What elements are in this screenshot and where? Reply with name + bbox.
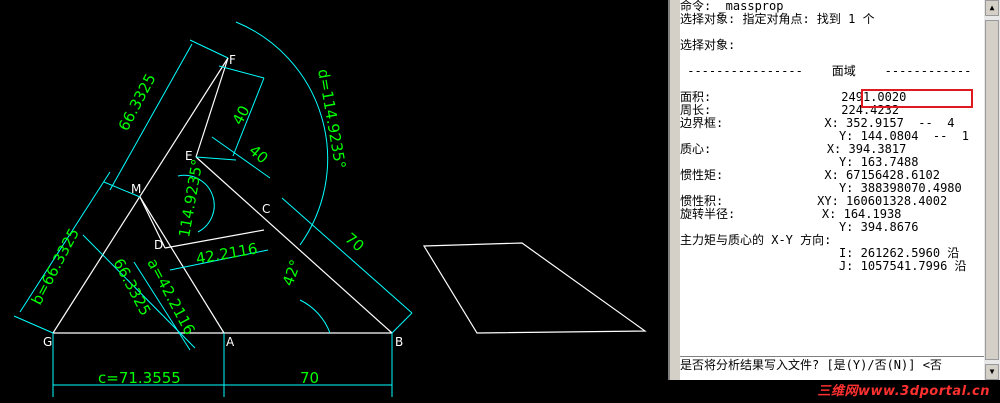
dim-70b-label: 70 <box>300 369 319 387</box>
command-history-line: 选择对象: <box>680 38 736 52</box>
point-c-label: C <box>262 202 270 216</box>
region-parallelogram[interactable] <box>422 242 647 334</box>
dimension-texts: 66.3325 b=66.3325 66.3325 a=42.2116 42.2… <box>28 68 368 387</box>
dim-a-label: a=42.2116 <box>143 255 198 337</box>
dim-b-label: b=66.3325 <box>28 225 83 308</box>
point-e-label: E <box>185 149 193 163</box>
dim-42-label: 42° <box>279 257 305 288</box>
dim-fm-label: 66.3325 <box>115 71 160 134</box>
point-d-label: D <box>154 238 163 252</box>
command-history: 命令: _massprop 选择对象: 指定对角点: 找到 1 个选择对象: --… <box>680 0 1000 380</box>
point-f-label: F <box>229 53 236 67</box>
command-history-line: J: 1057541.7996 沿 <box>680 259 967 273</box>
command-scrollbar[interactable]: ▲ ▼ <box>984 0 1000 380</box>
point-labels: F E M C D G A B <box>43 53 403 349</box>
command-history-line: ---------------- 面域 ------------ <box>680 64 972 78</box>
dim-70a-label: 70 <box>341 229 367 255</box>
dim-d-label: d=114.9235° <box>314 68 349 171</box>
watermark-logo: 三维网www.3dportal.cn <box>817 384 990 399</box>
geometry <box>52 57 393 334</box>
dim-ecircle-label: 114.9235° <box>175 158 206 239</box>
command-prompt-line[interactable]: 是否将分析结果写入文件? [是(Y)/否(N)] <否 <box>680 356 984 373</box>
scroll-thumb[interactable] <box>985 20 999 360</box>
command-history-line: 选择对象: 指定对角点: 找到 1 个 <box>680 12 875 26</box>
point-m-label: M <box>131 182 141 196</box>
scroll-down-icon[interactable]: ▼ <box>985 364 999 380</box>
dim-dc-label: 42.2116 <box>195 239 259 267</box>
line-fe <box>195 57 229 158</box>
cad-drawing-canvas[interactable]: 66.3325 b=66.3325 66.3325 a=42.2116 42.2… <box>0 0 668 403</box>
area-highlight-box <box>861 89 973 108</box>
dim-c-label: c=71.3555 <box>98 369 181 387</box>
point-a-label: A <box>226 335 235 349</box>
dimension-lines <box>13 21 413 397</box>
point-g-label: G <box>43 335 52 349</box>
dim-40a-label: 40 <box>229 103 254 128</box>
point-b-label: B <box>395 335 403 349</box>
scroll-up-icon[interactable]: ▲ <box>985 0 999 16</box>
